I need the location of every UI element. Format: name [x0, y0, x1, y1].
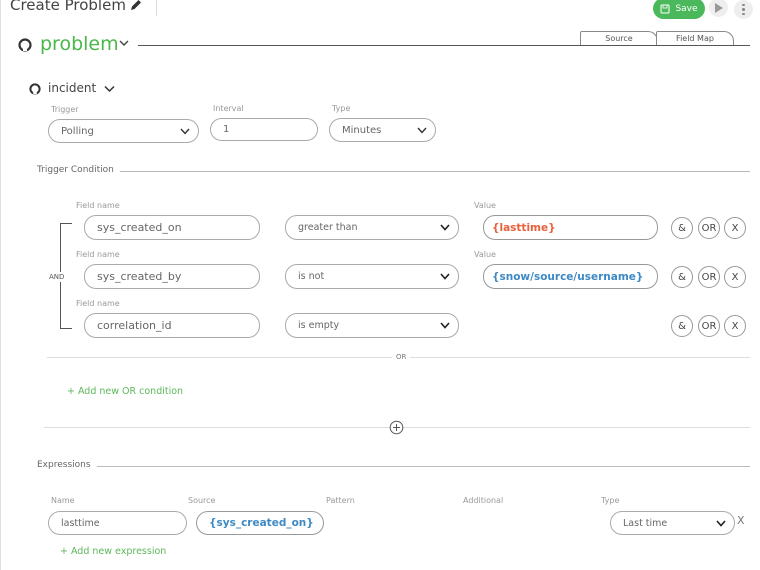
chevron-down-icon[interactable]: [104, 85, 115, 93]
more-options-icon[interactable]: [734, 0, 753, 19]
save-button[interactable]: Save: [653, 0, 705, 19]
chevron-down-icon: [417, 127, 427, 134]
remove-button[interactable]: X: [724, 315, 746, 337]
trigger-label: Trigger: [51, 105, 79, 114]
operator-select[interactable]: is empty: [285, 313, 459, 338]
chevron-down-icon: [440, 224, 450, 231]
expression-name-value: lasttime: [61, 517, 100, 529]
title-divider: [156, 0, 157, 16]
add-expression-link[interactable]: + Add new expression: [60, 546, 166, 557]
play-icon: [715, 2, 723, 13]
pattern-label: Pattern: [326, 496, 355, 505]
condition-value: {snow/source/username}: [492, 270, 644, 283]
or-button[interactable]: OR: [698, 217, 720, 239]
run-button[interactable]: [709, 0, 728, 17]
trigger-select[interactable]: Polling: [48, 119, 199, 143]
source-label: Source: [188, 496, 216, 505]
expression-source-input[interactable]: {sys_created_on}: [196, 511, 324, 535]
left-border: [0, 0, 1, 570]
and-button[interactable]: &: [671, 217, 693, 239]
add-circle-icon[interactable]: [389, 420, 404, 435]
field-name-input[interactable]: sys_created_by: [84, 264, 260, 289]
additional-label: Additional: [463, 496, 504, 505]
chevron-down-icon: [440, 322, 450, 329]
operator-value: greater than: [298, 222, 358, 233]
value-input[interactable]: {snow/source/username}: [483, 264, 658, 289]
page-title: Create Problem: [10, 0, 126, 14]
name-label: Name: [51, 496, 75, 505]
expression-name-input[interactable]: lasttime: [48, 511, 187, 535]
tab-source[interactable]: Source: [580, 31, 658, 45]
remove-expression-button[interactable]: X: [737, 514, 745, 527]
field-name-label: Field name: [76, 299, 120, 308]
add-or-condition-link[interactable]: + Add new OR condition: [67, 386, 183, 397]
expression-source-value: {sys_created_on}: [209, 517, 314, 529]
trigger-condition-title: Trigger Condition: [37, 165, 120, 175]
chevron-down-icon: [716, 519, 726, 527]
field-name-label: Field name: [76, 201, 120, 210]
field-name-label: Field name: [76, 250, 120, 259]
save-icon: [660, 4, 670, 13]
field-name-input[interactable]: sys_created_on: [84, 215, 260, 240]
interval-input[interactable]: 1: [210, 118, 318, 141]
trigger-condition-divider: [37, 171, 750, 172]
operator-select[interactable]: greater than: [285, 215, 459, 240]
tab-field-map[interactable]: Field Map: [656, 31, 734, 45]
chevron-down-icon: [440, 273, 450, 280]
expressions-title: Expressions: [37, 460, 97, 470]
incident-icon: [29, 83, 41, 95]
condition-value: {lasttime}: [492, 221, 556, 234]
operator-value: is not: [298, 271, 325, 282]
field-name-value: correlation_id: [97, 319, 172, 332]
type-select[interactable]: Minutes: [329, 118, 436, 142]
operator-value: is empty: [298, 320, 340, 331]
interval-value: 1: [223, 124, 230, 135]
problem-name[interactable]: problem: [40, 33, 119, 55]
value-label: Value: [474, 201, 496, 210]
and-button[interactable]: &: [671, 315, 693, 337]
save-label: Save: [675, 3, 698, 14]
chevron-down-icon: [180, 128, 190, 135]
value-label: Value: [474, 250, 496, 259]
type-label: Type: [332, 104, 351, 113]
problem-icon: [18, 38, 32, 52]
chevron-down-icon[interactable]: [119, 39, 129, 47]
field-name-value: sys_created_by: [97, 270, 182, 283]
type-value: Minutes: [342, 124, 382, 136]
field-name-input[interactable]: correlation_id: [84, 313, 260, 338]
and-label: AND: [49, 272, 65, 282]
or-button[interactable]: OR: [698, 315, 720, 337]
remove-button[interactable]: X: [724, 266, 746, 288]
pencil-icon[interactable]: [129, 0, 143, 12]
trigger-value: Polling: [61, 125, 94, 137]
remove-button[interactable]: X: [724, 217, 746, 239]
problem-divider: [138, 45, 750, 46]
or-label: OR: [392, 353, 411, 361]
expression-type-value: Last time: [623, 517, 668, 529]
incident-name[interactable]: incident: [48, 81, 96, 95]
operator-select[interactable]: is not: [285, 264, 459, 289]
expression-type-select[interactable]: Last time: [610, 511, 735, 535]
field-name-value: sys_created_on: [97, 221, 182, 234]
and-button[interactable]: &: [671, 266, 693, 288]
value-input[interactable]: {lasttime}: [483, 215, 658, 240]
expression-type-label: Type: [601, 496, 620, 505]
interval-label: Interval: [213, 104, 244, 113]
expressions-divider: [37, 466, 750, 467]
or-button[interactable]: OR: [698, 266, 720, 288]
